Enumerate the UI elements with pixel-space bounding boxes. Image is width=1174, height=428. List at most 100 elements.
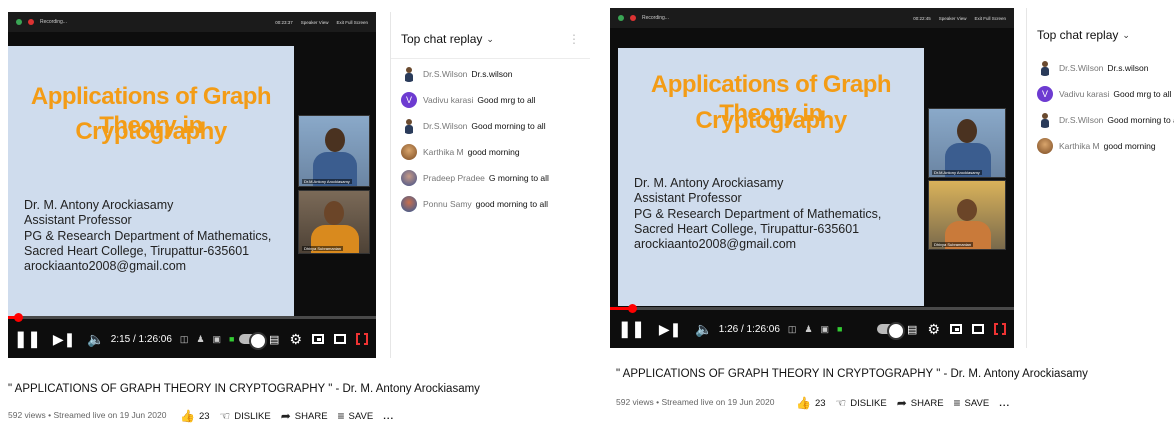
miniplayer-icon[interactable] <box>950 324 962 334</box>
player-controls: ❚❚ ▶❚ 🔈 1:26 / 1:26:06 ◫ ♟ ▣ ■ ▤ ⚙ <box>618 314 1014 344</box>
avatar <box>401 170 417 186</box>
share-button[interactable]: ➦ SHARE <box>897 396 944 410</box>
participant-name-1: Dr.M.Antony Arockiasamy <box>302 179 352 184</box>
chat-text: Dr.s.wilson <box>471 69 513 79</box>
share-icon: ➦ <box>896 396 907 410</box>
chat-author: Karthika M <box>423 147 464 157</box>
slide-line: PG & Research Department of Mathematics, <box>634 206 882 221</box>
avatar <box>401 144 417 160</box>
exit-full-screen-button[interactable]: Exit Full Screen <box>336 20 368 25</box>
recording-icon <box>630 15 636 21</box>
chat-text: good morning <box>1103 141 1156 151</box>
player-controls: ❚❚ ▶❚ 🔈 2:15 / 1:26:06 ◫ ♟ ▣ ■ ▤ ⚙ <box>14 324 376 354</box>
dislike-button[interactable]: ☜ DISLIKE <box>220 409 271 423</box>
security-control[interactable]: ◫ <box>787 323 797 334</box>
exit-full-screen-button[interactable]: Exit Full Screen <box>974 16 1006 21</box>
chat-control[interactable]: ▣ <box>821 324 830 334</box>
settings-gear-icon[interactable]: ⚙ <box>927 321 940 338</box>
more-options-icon[interactable]: ⋮ <box>568 32 580 46</box>
more-actions-button[interactable]: ... <box>999 398 1010 409</box>
miniplayer-icon[interactable] <box>312 334 324 344</box>
avatar: V <box>401 92 417 108</box>
participant-name-2: Dhivya Subramanian <box>302 246 344 251</box>
slide-line: arockiaanto2008@gmail.com <box>24 259 187 273</box>
volume-icon[interactable]: 🔈 <box>695 321 712 338</box>
chat-message: Dr.S.Wilson Good morning to all <box>401 118 546 134</box>
settings-gear-icon[interactable]: ⚙ <box>289 331 302 348</box>
video-progress-bar[interactable] <box>8 313 376 322</box>
fullscreen-icon[interactable] <box>994 322 1006 336</box>
shield-icon: ◫ <box>787 323 797 334</box>
screenshot-left: Recording... 00:23:37 Speaker View Exit … <box>0 0 590 428</box>
security-status-icon <box>618 15 624 21</box>
slide-line: Dr. M. Antony Arockiasamy <box>634 176 784 190</box>
speaker-view-button[interactable]: Speaker View <box>939 16 967 21</box>
chat-control[interactable]: ▣ <box>212 333 222 344</box>
video-time: 2:15 / 1:26:06 <box>110 333 172 345</box>
participant-video-1[interactable]: Dr.M.Antony Arockiasamy <box>928 108 1006 178</box>
dislike-label: DISLIKE <box>850 397 887 409</box>
like-count: 23 <box>198 410 210 422</box>
avatar <box>401 118 417 134</box>
chevron-down-icon: ⌄ <box>1122 29 1130 40</box>
participants-control[interactable]: ♟ <box>804 324 812 334</box>
chat-mode-dropdown[interactable]: Top chat replay ⌄ <box>401 32 494 46</box>
share-screen-control[interactable]: ■ <box>229 334 234 344</box>
video-player[interactable]: Recording... 00:23:37 Speaker View Exit … <box>8 12 376 358</box>
slide-author-block: Dr. M. Antony Arockiasamy Assistant Prof… <box>24 198 271 274</box>
thumbs-up-icon: 👍 <box>796 396 811 410</box>
share-screen-icon: ■ <box>837 323 843 334</box>
pause-icon[interactable]: ❚❚ <box>618 319 645 339</box>
participant-video-2[interactable]: Dhivya Subramanian <box>298 190 370 254</box>
chat-text: Good morning to all <box>1107 115 1174 125</box>
volume-icon[interactable]: 🔈 <box>87 331 104 348</box>
chevron-down-icon: ⌄ <box>486 33 494 44</box>
share-button[interactable]: ➦ SHARE <box>281 409 328 423</box>
dislike-button[interactable]: ☜ DISLIKE <box>836 396 887 410</box>
like-button[interactable]: 👍 23 <box>796 396 826 410</box>
theater-mode-icon[interactable] <box>334 334 346 344</box>
presentation-slide: Applications of Graph Theory in Cryptogr… <box>618 48 924 306</box>
chat-mode-dropdown[interactable]: Top chat replay ⌄ <box>1037 28 1130 42</box>
progress-scrubber[interactable] <box>14 313 23 322</box>
chat-message: Pradeep Pradee G morning to all <box>401 170 549 186</box>
share-screen-control[interactable]: ■ <box>837 323 843 334</box>
next-icon[interactable]: ▶❚ <box>659 321 682 338</box>
autoplay-toggle[interactable] <box>877 322 906 340</box>
security-control[interactable]: ◫ <box>180 334 189 344</box>
save-button[interactable]: ≡ SAVE <box>338 409 374 423</box>
people-icon: ♟ <box>196 333 205 344</box>
participant-video-2[interactable]: Dhivya Subramanian <box>928 180 1006 250</box>
like-button[interactable]: 👍 23 <box>180 409 210 423</box>
chat-message: Dr.S.Wilson Dr.s.wilson <box>401 66 513 82</box>
theater-mode-icon[interactable] <box>972 324 984 334</box>
progress-scrubber[interactable] <box>628 304 637 313</box>
autoplay-toggle[interactable] <box>239 332 268 350</box>
presentation-slide: Applications of Graph Theory in Cryptogr… <box>8 46 294 316</box>
chat-author: Pradeep Pradee <box>423 173 485 183</box>
pause-icon[interactable]: ❚❚ <box>14 329 41 349</box>
meeting-timer: 00:22:45 <box>913 15 931 21</box>
recording-label: Recording... <box>40 19 67 25</box>
fullscreen-icon[interactable] <box>356 332 368 346</box>
chat-bubble-icon: ▣ <box>212 333 222 344</box>
subtitles-icon[interactable]: ▤ <box>907 323 917 336</box>
share-label: SHARE <box>294 410 328 422</box>
next-icon[interactable]: ▶❚ <box>53 331 76 348</box>
subtitles-icon[interactable]: ▤ <box>269 333 279 346</box>
slide-line: Sacred Heart College, Tirupattur-635601 <box>634 221 860 236</box>
participants-control[interactable]: ♟ <box>196 333 205 344</box>
avatar <box>1037 60 1053 76</box>
chat-message: Dr.S.Wilson Good morning to all <box>1037 112 1174 128</box>
video-meta: 592 views • Streamed live on 19 Jun 2020 <box>8 410 167 420</box>
chat-text: Good mrg to all <box>477 95 536 105</box>
chat-author: Dr.S.Wilson <box>1059 63 1104 73</box>
chat-author: Dr.S.Wilson <box>423 69 468 79</box>
save-button[interactable]: ≡ SAVE <box>954 396 990 410</box>
speaker-view-button[interactable]: Speaker View <box>301 20 329 25</box>
video-actions: 👍 23 ☜ DISLIKE ➦ SHARE ≡ SAVE ... <box>796 396 1010 410</box>
video-player[interactable]: Recording... 00:22:45 Speaker View Exit … <box>610 8 1014 348</box>
more-actions-button[interactable]: ... <box>383 411 394 422</box>
video-progress-bar[interactable] <box>610 304 1014 313</box>
participant-video-1[interactable]: Dr.M.Antony Arockiasamy <box>298 115 370 187</box>
